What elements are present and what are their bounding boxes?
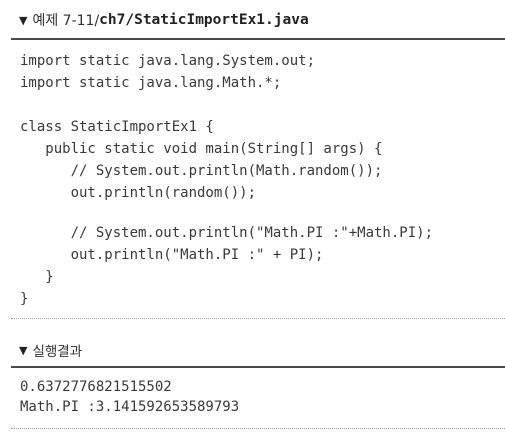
code-line: // System.out.println("Math.PI :"+Math.P… — [20, 225, 434, 241]
header-divider — [11, 38, 505, 40]
example-number: 예제 7-11/ — [32, 13, 100, 29]
code-line: public static void main(String[] args) { — [20, 141, 383, 157]
code-block: import static java.lang.System.out; impo… — [20, 52, 433, 307]
code-line: out.println("Math.PI :" + PI); — [20, 247, 324, 263]
result-title: 실행결과 — [32, 344, 83, 360]
output-line: Math.PI :3.141592653589793 — [20, 399, 240, 415]
output-block: 0.6372776821515502 Math.PI :3.1415926535… — [20, 378, 239, 426]
code-line: class StaticImportEx1 { — [20, 119, 214, 135]
output-line: 0.6372776821515502 — [20, 379, 172, 395]
result-divider — [11, 366, 505, 368]
example-file-path: ch7/StaticImportEx1.java — [99, 12, 309, 28]
code-line: } — [20, 269, 54, 285]
code-bottom-divider — [11, 318, 505, 319]
result-header: ▼ 실행결과 — [19, 340, 83, 361]
code-line: import static java.lang.Math.*; — [20, 75, 282, 91]
example-header: ▼ 예제 7-11/ ch7/StaticImportEx1.java — [19, 9, 309, 31]
code-line: out.println(random()); — [20, 185, 257, 201]
down-triangle-icon: ▼ — [19, 343, 28, 357]
code-line: } — [20, 291, 29, 307]
code-line: // System.out.println(Math.random()); — [20, 163, 383, 179]
output-bottom-divider — [11, 428, 505, 429]
down-triangle-icon: ▼ — [19, 13, 28, 27]
code-line: import static java.lang.System.out; — [20, 53, 316, 69]
